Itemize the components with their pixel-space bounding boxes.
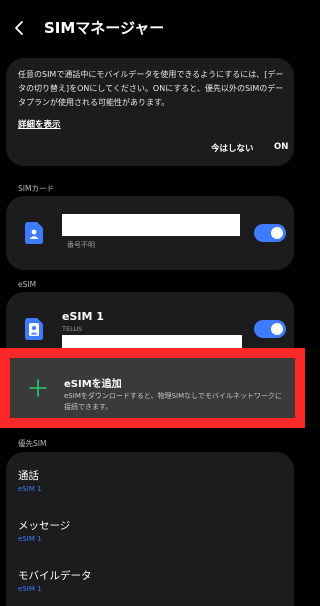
not-now-button[interactable]: 今はしない [211, 142, 254, 154]
toggle-knob [271, 227, 283, 239]
add-esim-title: eSIMを追加 [64, 379, 122, 390]
chevron-left-icon [15, 21, 23, 35]
add-esim-button[interactable]: eSIMを追加 eSIMをダウンロードすると、物理SIMなしでモバイルネットワー… [10, 358, 295, 418]
esim-name: eSIM 1 [62, 310, 104, 323]
sim-card-item[interactable]: 番号不明 [6, 196, 294, 270]
priority-sim-card: 通話 eSIM 1 メッセージ eSIM 1 モバイルデータ eSIM 1 [6, 452, 294, 606]
esim-carrier: TELUS [62, 325, 83, 333]
esim-card-icon [25, 318, 43, 340]
priority-item-mobile-data[interactable]: モバイルデータ eSIM 1 [18, 568, 92, 593]
on-button[interactable]: ON [274, 142, 288, 152]
sim-toggle[interactable] [254, 224, 286, 242]
add-esim-highlight: eSIMを追加 eSIMをダウンロードすると、物理SIMなしでモバイルネットワー… [0, 348, 305, 428]
redacted-sim-name [62, 214, 240, 236]
priority-item-messages[interactable]: メッセージ eSIM 1 [18, 518, 70, 543]
toggle-knob [271, 323, 283, 335]
page-title: SIMマネージャー [44, 19, 165, 37]
priority-item-title: モバイルデータ [18, 570, 92, 582]
app-header: SIMマネージャー [0, 0, 305, 56]
sim-number: 番号不明 [67, 241, 95, 249]
priority-item-value: eSIM 1 [18, 485, 42, 493]
esim-section-label: eSIM [18, 280, 37, 289]
priority-item-value: eSIM 1 [18, 585, 42, 593]
sim-card-icon [25, 222, 43, 244]
back-button[interactable] [8, 16, 32, 40]
sim-section-label: SIMカード [18, 184, 54, 193]
esim-toggle[interactable] [254, 320, 286, 338]
details-link[interactable]: 詳細を表示 [18, 118, 61, 130]
priority-item-title: メッセージ [18, 520, 71, 532]
plus-icon [29, 379, 47, 397]
data-switch-info-card: 任意のSIMで通話中にモバイルデータを使用できるようにするには、[データの切り替… [6, 58, 294, 166]
priority-section-label: 優先SIM [18, 439, 47, 448]
priority-item-call[interactable]: 通話 eSIM 1 [18, 468, 42, 493]
priority-item-title: 通話 [18, 470, 39, 482]
add-esim-description: eSIMをダウンロードすると、物理SIMなしでモバイルネットワークに接続できます… [64, 392, 282, 411]
priority-item-value: eSIM 1 [18, 535, 42, 543]
info-message: 任意のSIMで通話中にモバイルデータを使用できるようにするには、[データの切り替… [18, 70, 284, 107]
